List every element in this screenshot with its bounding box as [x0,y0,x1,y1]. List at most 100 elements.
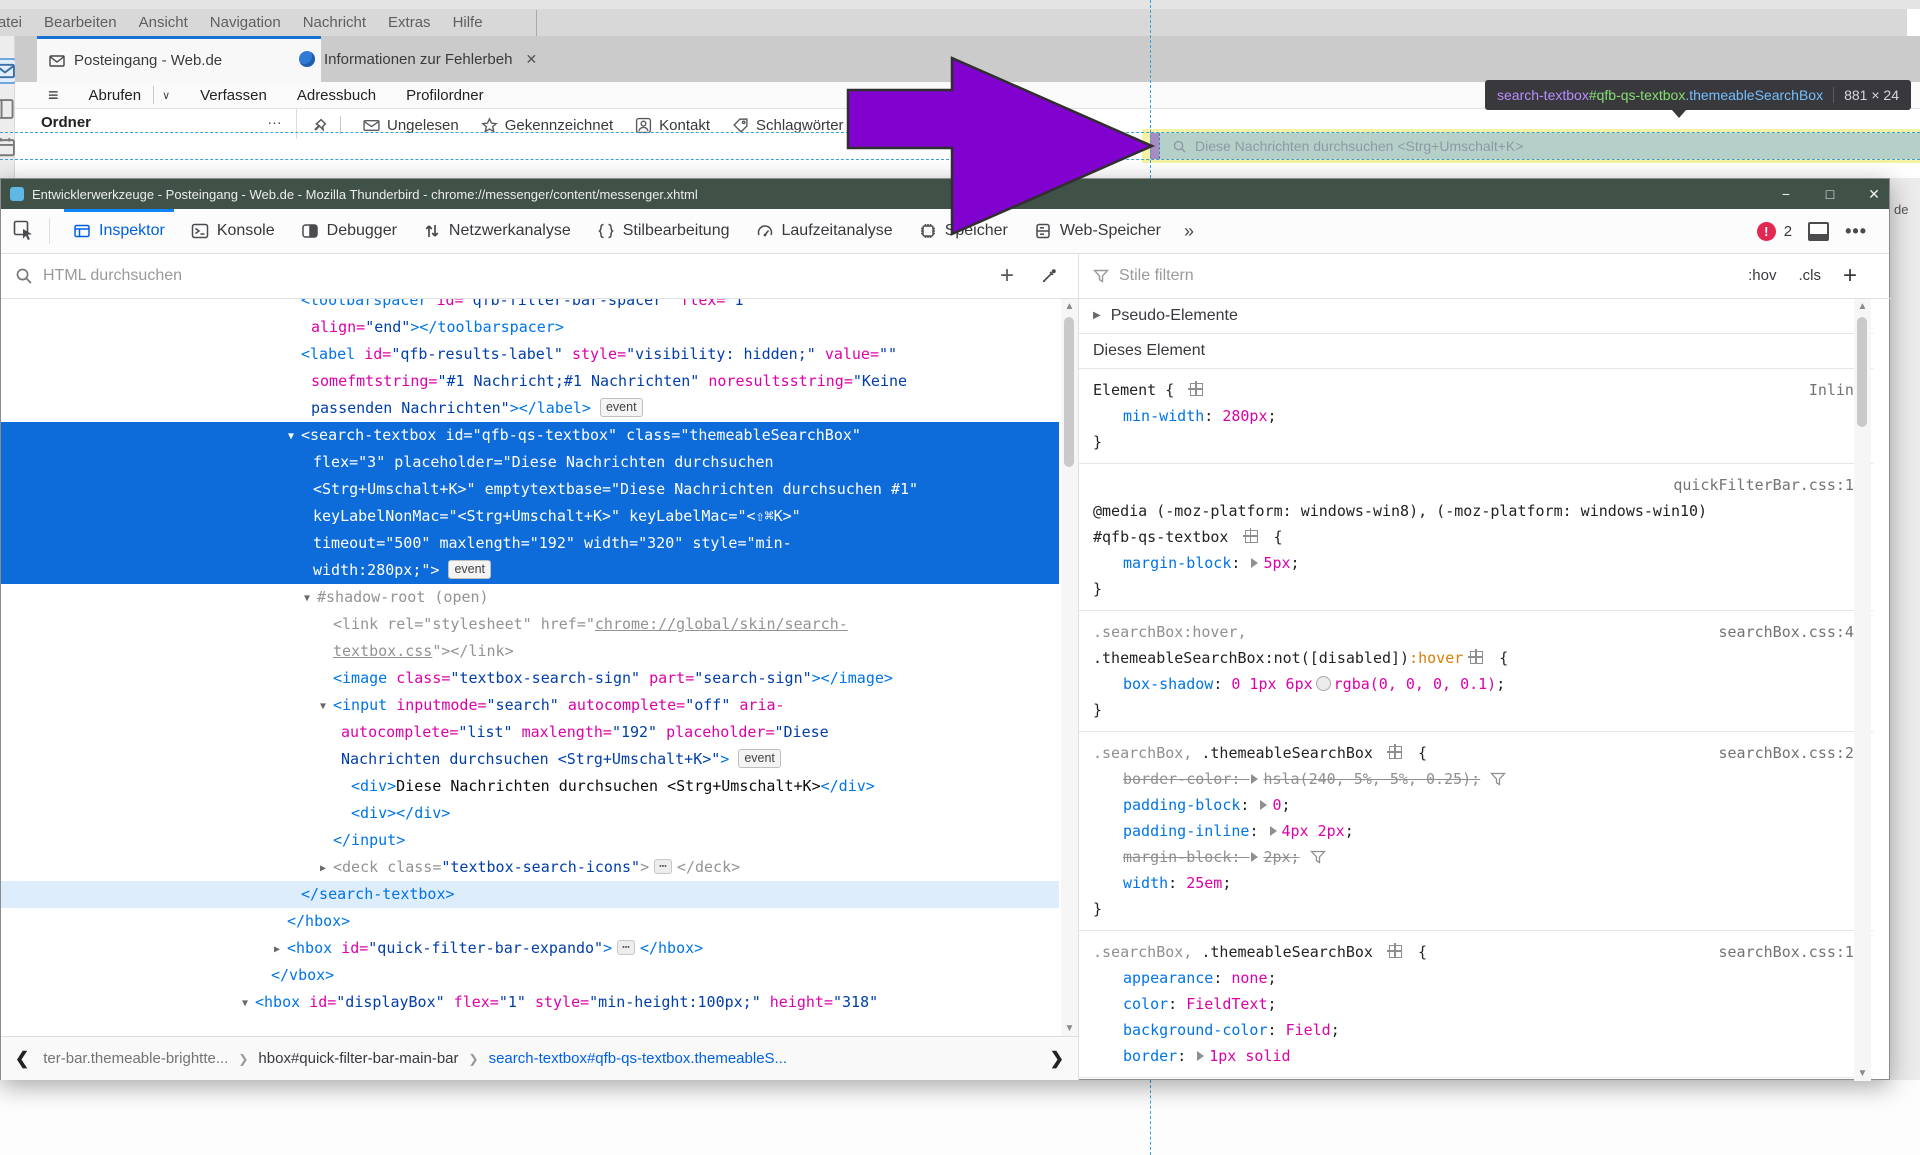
markup-view[interactable]: <toolbarspacer id="qfb-filter-bar-spacer… [1,299,1079,1036]
markup-row[interactable]: </search-textbox> [1,881,1059,908]
markup-row[interactable]: <link rel="stylesheet" href="chrome://gl… [1,611,1059,638]
markup-row[interactable]: somefmtstring="#1 Nachricht;#1 Nachricht… [1,368,1059,395]
twisty-icon[interactable]: ▼ [237,990,253,1017]
rule-line[interactable]: InlineElement { [1093,377,1863,403]
expand-computed-icon[interactable] [1197,1051,1204,1061]
add-rule-button[interactable]: + [1843,262,1857,290]
rules-filter-bar[interactable]: Stile filtern :hov .cls + [1079,253,1891,299]
devtools-tab-styleeditor[interactable]: Stilbearbeitung [584,209,743,253]
overridden-filter-icon[interactable] [1310,849,1326,865]
filter-button-gekennzeichnet[interactable]: Gekennzeichnet [481,117,613,134]
mail-tab-1[interactable]: Posteingang - Web.de [37,36,321,82]
menu-item-nachricht[interactable]: Nachricht [303,14,366,31]
rule-line[interactable]: margin-block: 5px; [1093,550,1863,576]
breadcrumb-item[interactable]: hbox#quick-filter-bar-main-bar [258,1050,458,1067]
markup-scrollbar[interactable]: ▲ ▼ [1061,299,1078,1036]
rule-line[interactable]: border-color: hsla(240, 5%, 5%, 0.25); [1093,766,1863,792]
event-badge[interactable]: event [600,398,643,417]
mail-tab-2[interactable]: Informationen zur Fehlerbeh✕ [287,36,569,82]
rule-line[interactable]: min-width: 280px; [1093,403,1863,429]
pseudo-elements-section[interactable]: ▶Pseudo-Elemente [1079,299,1873,334]
twisty-icon[interactable]: ▼ [299,585,315,612]
breadcrumb-item[interactable]: search-textbox#qfb-qs-textbox.themeableS… [489,1050,788,1067]
rule-line[interactable]: } [1093,429,1863,455]
markup-row[interactable]: <image class="textbox-search-sign" part=… [1,665,1059,692]
eyedropper-icon[interactable] [1040,267,1058,285]
menu-item-ansicht[interactable]: Ansicht [139,14,188,31]
toggle-class-button[interactable]: .cls [1798,267,1821,284]
rule-line[interactable]: } [1093,697,1863,723]
expand-computed-icon[interactable] [1251,558,1258,568]
app-menu-icon[interactable]: ≡ [48,85,59,106]
rules-view[interactable]: ▶Pseudo-Elemente Dieses Element InlineEl… [1079,299,1873,1081]
rule-line[interactable]: } [1093,896,1863,922]
event-badge[interactable]: event [738,749,781,768]
close-button[interactable]: ✕ [1867,186,1881,203]
markup-row[interactable]: <toolbarspacer id="qfb-filter-bar-spacer… [1,299,1059,314]
breadcrumb-back-icon[interactable]: ❮ [1,1049,43,1069]
collapsed-children-icon[interactable]: ⋯ [617,940,635,955]
html-search-bar[interactable]: HTML durchsuchen + [1,253,1079,299]
markup-row[interactable]: passenden Nachrichten"></label>event [1,395,1059,422]
markup-row[interactable]: ▶<hbox id="quick-filter-bar-expando">⋯</… [1,935,1059,962]
error-badge-icon[interactable]: ! [1757,222,1776,241]
markup-row[interactable]: timeout="500" maxlength="192" width="320… [1,530,1059,557]
rule-line[interactable]: box-shadow: 0 1px 6pxrgba(0, 0, 0, 0.1); [1093,671,1863,697]
markup-row[interactable]: ▼<hbox id="displayBox" flex="1" style="m… [1,989,1059,1016]
event-badge[interactable]: event [448,560,491,579]
rule-source-link[interactable]: searchBox.css:28 [1719,740,1864,766]
devtools-titlebar[interactable]: Entwicklerwerkzeuge - Posteingang - Web.… [1,179,1889,209]
rule-line[interactable]: appearance: none; [1093,965,1863,991]
addressbook-button[interactable]: Adressbuch [297,87,376,104]
rule-line[interactable]: width: 25em; [1093,870,1863,896]
expand-computed-icon[interactable] [1251,852,1258,862]
profile-folder-button[interactable]: Profilordner [406,87,484,104]
rule-line[interactable]: border: 1px solid [1093,1043,1863,1069]
selector-highlighter-icon[interactable] [1389,945,1402,958]
filter-button-kontakt[interactable]: Kontakt [635,117,710,134]
markup-row[interactable]: </input> [1,827,1059,854]
markup-row[interactable]: ▼#shadow-root (open) [1,584,1059,611]
mail-space-icon[interactable] [0,60,16,82]
rule-line[interactable]: } [1093,576,1863,602]
rule-line[interactable]: searchBox.css:43.searchBox:hover, [1093,619,1863,645]
rule-source-link[interactable]: quickFilterBar.css:15 [1093,472,1863,498]
more-tools-chevron[interactable]: » [1174,221,1204,242]
calendar-space-icon[interactable] [0,136,16,158]
devtools-tab-network[interactable]: Netzwerkanalyse [410,209,584,253]
rule-line[interactable]: searchBox.css:28.searchBox, .themeableSe… [1093,740,1863,766]
markup-row[interactable]: ▼<search-textbox id="qfb-qs-textbox" cla… [1,422,1059,449]
markup-row[interactable]: ▶<deck class="textbox-search-icons">⋯</d… [1,854,1059,881]
pin-icon[interactable] [311,117,328,134]
markup-row[interactable]: flex="3" placeholder="Diese Nachrichten … [1,449,1059,476]
devtools-tab-debugger[interactable]: Debugger [288,209,410,253]
filter-button-schlagwörter[interactable]: Schlagwörter [732,117,844,134]
maximize-button[interactable]: □ [1823,186,1837,202]
markup-row[interactable]: <Strg+Umschalt+K>" emptytextbase="Diese … [1,476,1059,503]
filter-button-ungelesen[interactable]: Ungelesen [363,117,459,134]
css-rule[interactable]: InlineElement { min-width: 280px;} [1079,369,1873,464]
markup-row[interactable]: ▼<input inputmode="search" autocomplete=… [1,692,1059,719]
css-rule[interactable]: searchBox.css:18.searchBox, .themeableSe… [1079,931,1873,1078]
markup-row[interactable]: <div>Diese Nachrichten durchsuchen <Strg… [1,773,1059,800]
selector-highlighter-icon[interactable] [1245,530,1258,543]
breadcrumb-forward-icon[interactable]: ❯ [1036,1049,1078,1069]
menu-item-bearbeiten[interactable]: Bearbeiten [44,14,117,31]
markup-row[interactable]: Nachrichten durchsuchen <Strg+Umschalt+K… [1,746,1059,773]
toggle-hover-button[interactable]: :hov [1748,267,1776,284]
twisty-icon[interactable]: ▶ [269,936,285,963]
tab-close-icon[interactable]: ✕ [525,51,537,68]
markup-row[interactable]: </vbox> [1,962,1059,989]
rule-source-link[interactable]: searchBox.css:18 [1719,939,1864,965]
rule-line[interactable]: color: FieldText; [1093,991,1863,1017]
devtools-tab-inspector[interactable]: Inspektor [60,209,178,253]
twisty-icon[interactable]: ▼ [315,693,331,720]
folder-pane-menu-button[interactable]: … [267,111,283,128]
rule-line[interactable]: @media (-moz-platform: windows-win8), (-… [1093,498,1863,524]
menu-item-navigation[interactable]: Navigation [210,14,281,31]
selector-highlighter-icon[interactable] [1470,651,1483,664]
search-input-highlighted[interactable]: Diese Nachrichten durchsuchen <Strg+Umsc… [1159,133,1920,159]
css-rule[interactable]: searchBox.css:43.searchBox:hover,.themea… [1079,611,1873,732]
split-console-icon[interactable] [1808,222,1829,241]
markup-row[interactable]: </hbox> [1,908,1059,935]
